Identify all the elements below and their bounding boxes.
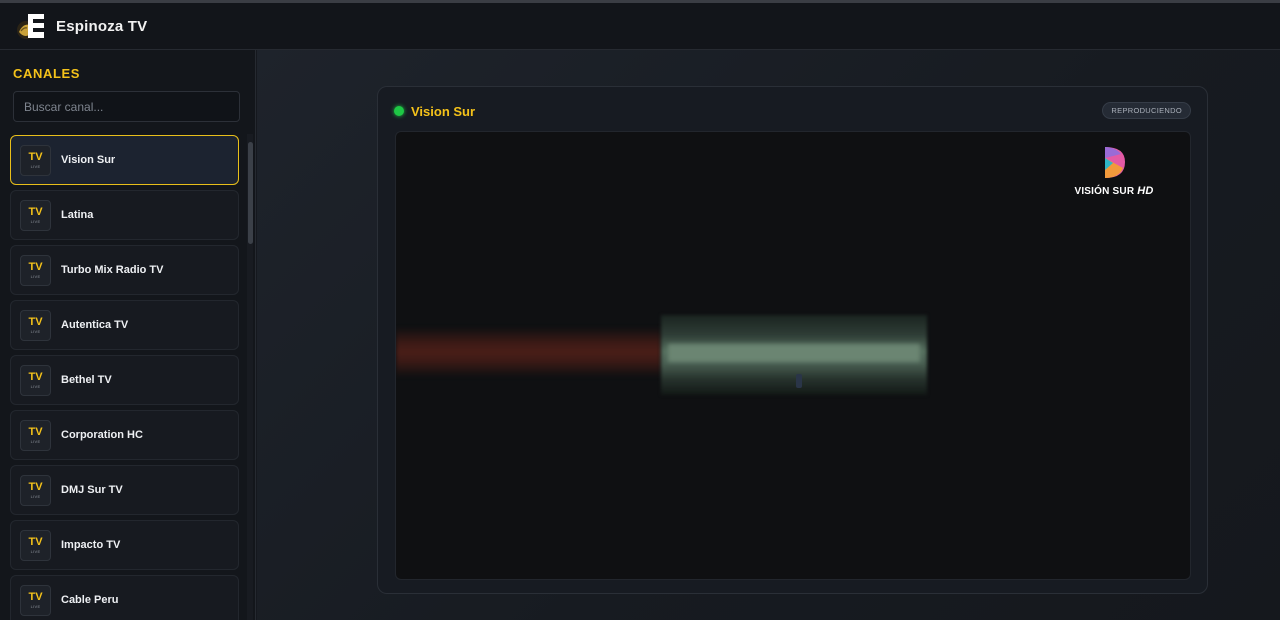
- channel-item-latina[interactable]: TV LIVE Latina: [10, 190, 239, 240]
- channels-heading: CANALES: [13, 66, 81, 81]
- video-frame-field-line: [668, 344, 920, 362]
- tv-live-icon: TV LIVE: [20, 199, 51, 231]
- live-status-dot-icon: [394, 106, 404, 116]
- channel-item-cable-peru[interactable]: TV LIVE Cable Peru: [10, 575, 239, 620]
- channel-name: Impacto TV: [61, 539, 121, 551]
- channel-name: Corporation HC: [61, 429, 143, 441]
- video-player[interactable]: VISIÓN SUR HD: [395, 131, 1191, 580]
- channel-search-input[interactable]: [13, 91, 240, 122]
- status-badge: REPRODUCIENDO: [1102, 102, 1191, 119]
- channel-list: TV LIVE Vision Sur TV LIVE Latina TV LIVE T…: [10, 135, 239, 620]
- channel-item-turbo-mix-radio-tv[interactable]: TV LIVE Turbo Mix Radio TV: [10, 245, 239, 295]
- tv-live-icon: TV LIVE: [20, 529, 51, 561]
- espinoza-logo-icon[interactable]: [14, 10, 46, 42]
- channel-item-impacto-tv[interactable]: TV LIVE Impacto TV: [10, 520, 239, 570]
- tv-live-icon: TV LIVE: [20, 584, 51, 616]
- player-card: Vision Sur REPRODUCIENDO VISIÓN SUR HD: [377, 86, 1208, 594]
- main-area: Vision Sur REPRODUCIENDO VISIÓN SUR HD: [257, 50, 1280, 620]
- channel-name: Latina: [61, 209, 94, 221]
- video-frame-figure: [796, 374, 802, 388]
- player-title: Vision Sur: [411, 104, 476, 119]
- app-header: Espinoza TV: [0, 3, 1280, 50]
- channel-name: Turbo Mix Radio TV: [61, 264, 164, 276]
- app-title: Espinoza TV: [56, 17, 148, 35]
- channel-item-corporation-hc[interactable]: TV LIVE Corporation HC: [10, 410, 239, 460]
- vision-sur-logo-icon: [1105, 147, 1125, 178]
- watermark-text: VISIÓN SUR HD: [1074, 185, 1154, 197]
- tv-live-icon: TV LIVE: [20, 419, 51, 451]
- video-frame-left: [396, 327, 661, 377]
- channel-name: Vision Sur: [61, 154, 116, 166]
- channel-item-dmj-sur-tv[interactable]: TV LIVE DMJ Sur TV: [10, 465, 239, 515]
- channel-name: DMJ Sur TV: [61, 484, 123, 496]
- channel-name: Cable Peru: [61, 594, 119, 606]
- channel-watermark: VISIÓN SUR HD: [1072, 144, 1156, 200]
- channel-name: Bethel TV: [61, 374, 112, 386]
- tv-live-icon: TV LIVE: [20, 254, 51, 286]
- channel-name: Autentica TV: [61, 319, 129, 331]
- channel-item-vision-sur[interactable]: TV LIVE Vision Sur: [10, 135, 239, 185]
- tv-live-icon: TV LIVE: [20, 309, 51, 341]
- tv-live-icon: TV LIVE: [20, 474, 51, 506]
- channel-item-autentica-tv[interactable]: TV LIVE Autentica TV: [10, 300, 239, 350]
- channel-item-bethel-tv[interactable]: TV LIVE Bethel TV: [10, 355, 239, 405]
- tv-live-icon: TV LIVE: [20, 364, 51, 396]
- tv-live-icon: TV LIVE: [20, 144, 51, 176]
- sidebar-scrollbar-thumb[interactable]: [248, 142, 253, 244]
- channel-sidebar: CANALES TVLIVE Vision Sur TVLIVE Latina …: [0, 50, 256, 620]
